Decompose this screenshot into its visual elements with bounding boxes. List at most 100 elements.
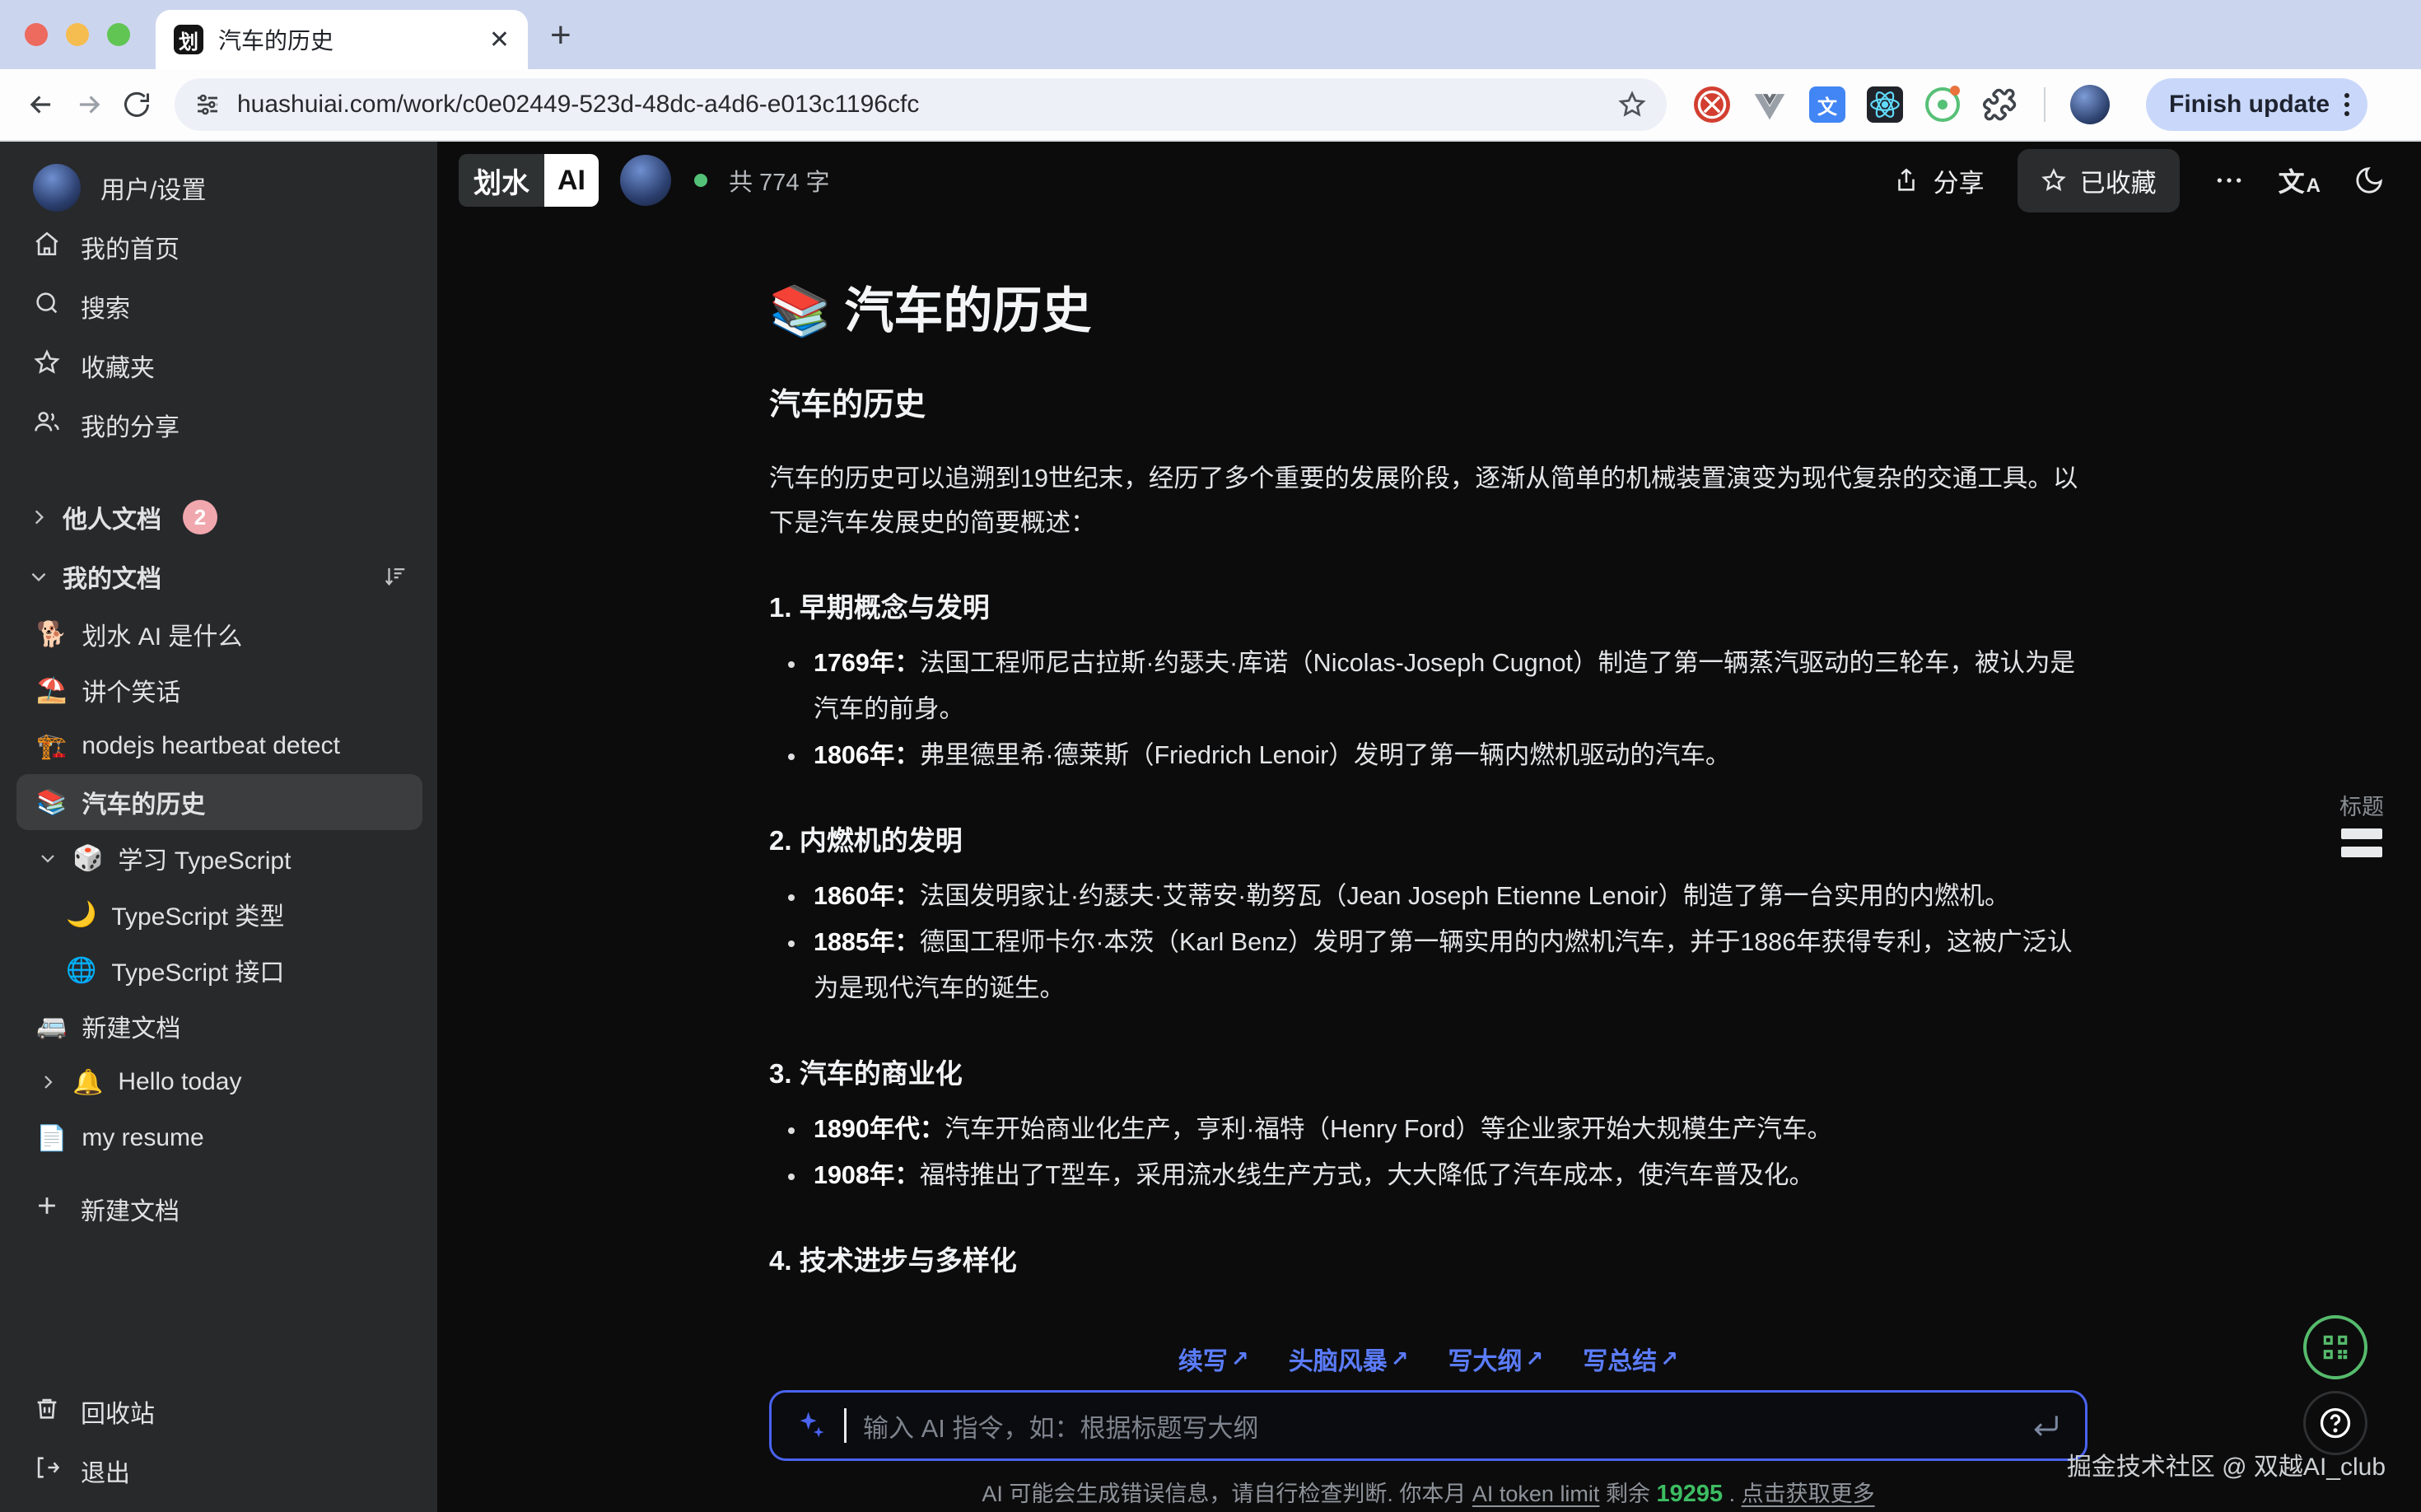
external-arrow-icon: ↗ (1391, 1346, 1409, 1372)
ai-command-input[interactable]: 输入 AI 指令，如：根据标题写大纲 (769, 1390, 2087, 1461)
extensions-row: 文 Finish update (1693, 78, 2367, 131)
text-caret (844, 1408, 847, 1443)
sidebar-doc-learn-typescript[interactable]: 🎲 学习 TypeScript (16, 830, 422, 886)
user-avatar (33, 164, 81, 212)
finish-update-label: Finish update (2169, 91, 2330, 119)
url-text: huashuiai.com/work/c0e02449-523d-48dc-a4… (237, 91, 1617, 119)
chevron-down-icon (28, 566, 49, 587)
tab-close-icon[interactable]: ✕ (489, 26, 510, 54)
window-controls[interactable] (25, 23, 130, 46)
outline-heading-bar[interactable] (2341, 847, 2382, 857)
bookmark-star-icon[interactable] (1617, 90, 1647, 119)
sidebar-item-trash[interactable]: 回收站 (0, 1382, 437, 1441)
react-devtools-extension-icon[interactable] (1866, 86, 1904, 124)
huashui-ai-logo[interactable]: 划水 AI (459, 154, 599, 207)
browser-profile-avatar[interactable] (2070, 85, 2110, 124)
sidebar-item-label: 我的首页 (81, 229, 180, 265)
chrome-menu-icon[interactable] (2344, 93, 2349, 116)
logout-icon (33, 1454, 61, 1488)
sidebar-item-label: 我的分享 (81, 407, 180, 443)
doc-label: nodejs heartbeat detect (82, 732, 340, 760)
question-mark-icon (2317, 1405, 2353, 1441)
document-canvas[interactable]: 📚 汽车的历史 汽车的历史 汽车的历史可以追溯到19世纪末，经历了多个重要的发展… (769, 277, 2087, 1280)
juejin-extension-icon[interactable] (1693, 86, 1731, 124)
sort-icon[interactable] (383, 564, 408, 589)
translate-icon[interactable]: 文A (2279, 161, 2321, 199)
external-arrow-icon: ↗ (1526, 1346, 1544, 1372)
google-translate-extension-icon[interactable]: 文 (1808, 86, 1846, 124)
doc-label: TypeScript 接口 (111, 952, 284, 988)
sidebar-doc-new-document[interactable]: 🚐 新建文档 (16, 998, 422, 1054)
tab-favicon: 划 (174, 25, 203, 54)
sidebar-group-others-docs[interactable]: 他人文档 2 (0, 488, 437, 547)
qr-code-icon (2320, 1332, 2351, 1363)
close-window-button[interactable] (25, 23, 48, 46)
ai-action-brainstorm[interactable]: 头脑风暴↗ (1289, 1341, 1409, 1377)
sidebar-doc-tell-a-joke[interactable]: ⛱️ 讲个笑话 (16, 662, 422, 718)
van-emoji-icon: 🚐 (36, 1012, 67, 1041)
doc-label: 讲个笑话 (82, 672, 180, 708)
community-credit: 掘金技术社区 @ 双越AI_club (2067, 1446, 2386, 1482)
sidebar-doc-my-resume[interactable]: 📄 my resume (16, 1110, 422, 1166)
vue-devtools-extension-icon[interactable] (1751, 86, 1789, 124)
maximize-window-button[interactable] (107, 23, 130, 46)
sidebar-item-favorites[interactable]: 收藏夹 (0, 336, 437, 395)
site-settings-icon[interactable] (194, 91, 221, 118)
sidebar-doc-car-history[interactable]: 📚 汽车的历史 (16, 774, 422, 830)
doc-label: 新建文档 (82, 1008, 180, 1044)
globe-emoji-icon: 🌐 (66, 956, 96, 985)
logo-primary: 划水 (459, 154, 544, 207)
new-tab-button[interactable]: + (550, 15, 571, 56)
sidebar-group-my-docs[interactable]: 我的文档 (0, 547, 437, 606)
enter-key-icon[interactable] (2029, 1409, 2062, 1442)
qr-code-button[interactable] (2303, 1315, 2367, 1379)
home-icon (33, 230, 61, 264)
get-more-tokens-link[interactable]: 点击获取更多 (1742, 1482, 1875, 1506)
sparkle-icon (795, 1409, 828, 1442)
document-outline[interactable]: 标题 (2316, 789, 2407, 857)
list-item: 1908年：福特推出了T型车，采用流水线生产方式，大大降低了汽车成本，使汽车普及… (807, 1152, 2087, 1198)
sidebar-doc-nodejs-heartbeat[interactable]: 🏗️ nodejs heartbeat detect (16, 718, 422, 774)
finish-update-button[interactable]: Finish update (2146, 78, 2367, 131)
collaborator-avatar[interactable] (620, 155, 671, 206)
ai-action-write-summary[interactable]: 写总结↗ (1583, 1341, 1678, 1377)
sidebar-item-my-shares[interactable]: 我的分享 (0, 395, 437, 455)
ai-action-write-outline[interactable]: 写大纲↗ (1448, 1341, 1544, 1377)
sidebar-doc-typescript-types[interactable]: 🌙 TypeScript 类型 (16, 886, 422, 942)
new-document-button[interactable]: 新建文档 (0, 1179, 437, 1239)
share-label: 分享 (1934, 162, 1985, 199)
browser-tab[interactable]: 划 汽车的历史 ✕ (156, 10, 528, 69)
sidebar-item-home[interactable]: 我的首页 (0, 217, 437, 277)
more-options-icon[interactable] (2213, 164, 2246, 197)
minimize-window-button[interactable] (66, 23, 89, 46)
sidebar-item-logout[interactable]: 退出 (0, 1441, 437, 1500)
star-icon (33, 348, 61, 383)
sidebar-doc-huashui-ai-intro[interactable]: 🐕 划水 AI 是什么 (16, 606, 422, 662)
section-list-3: 1890年代：汽车开始商业化生产，亨利·福特（Henry Ford）等企业家开始… (769, 1106, 2087, 1198)
sidebar-item-user-settings[interactable]: 用户/设置 (0, 158, 437, 217)
sidebar: 用户/设置 我的首页 搜索 收藏夹 我的分享 他人文档 2 我的文档 (0, 142, 437, 1512)
trash-label: 回收站 (81, 1393, 155, 1430)
address-bar[interactable]: huashuiai.com/work/c0e02449-523d-48dc-a4… (175, 78, 1667, 131)
share-button[interactable]: 分享 (1892, 162, 1985, 199)
moon-emoji-icon: 🌙 (66, 900, 96, 929)
forward-icon[interactable] (71, 86, 107, 123)
token-limit-link[interactable]: AI token limit (1472, 1482, 1600, 1506)
online-status-dot (694, 174, 707, 187)
chevron-right-icon (28, 506, 49, 528)
list-item: 1806年：弗里德里希·德莱斯（Friedrich Lenoir）发明了第一辆内… (807, 732, 2087, 778)
sidebar-doc-typescript-interfaces[interactable]: 🌐 TypeScript 接口 (16, 942, 422, 998)
ai-action-continue-writing[interactable]: 续写↗ (1178, 1341, 1249, 1377)
doc-label: Hello today (118, 1068, 241, 1096)
outline-heading-bar[interactable] (2341, 828, 2382, 839)
section-heading-3: 3. 汽车的商业化 (769, 1055, 2087, 1093)
reload-icon[interactable] (119, 86, 155, 123)
sidebar-doc-hello-today[interactable]: 🔔 Hello today (16, 1054, 422, 1110)
dark-mode-moon-icon[interactable] (2353, 165, 2385, 196)
books-emoji-icon: 📚 (36, 788, 67, 817)
extensions-puzzle-icon[interactable] (1981, 86, 2019, 124)
back-icon[interactable] (23, 86, 59, 123)
sidebar-item-search[interactable]: 搜索 (0, 277, 437, 336)
ion-extension-icon[interactable] (1924, 86, 1962, 124)
favorited-button[interactable]: 已收藏 (2018, 149, 2180, 212)
